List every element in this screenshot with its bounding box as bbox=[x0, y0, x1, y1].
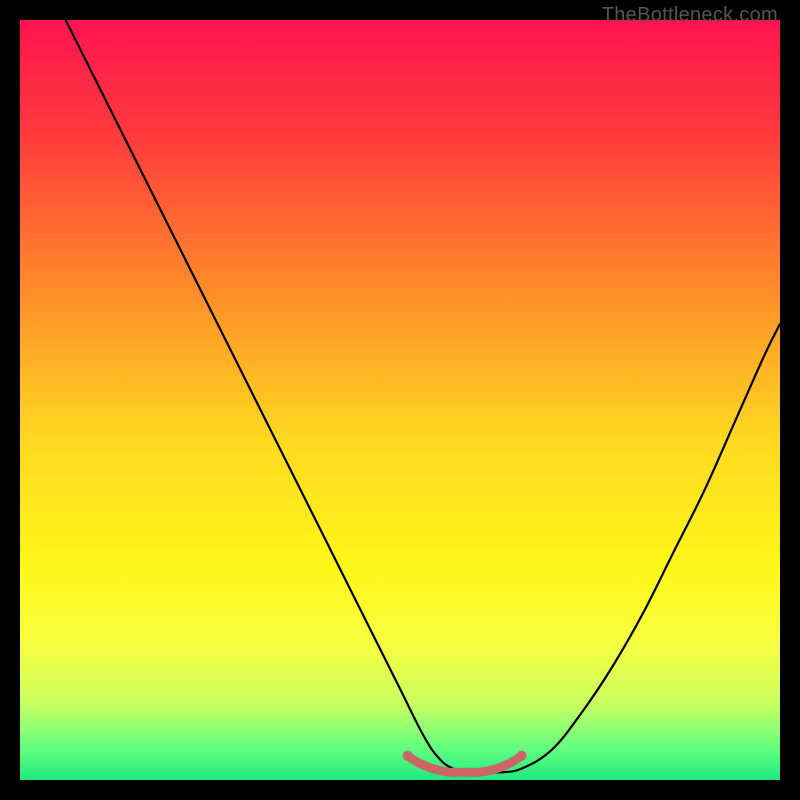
optimal-range-endpoint bbox=[403, 751, 413, 761]
chart-curves bbox=[20, 20, 780, 780]
optimal-range-marker bbox=[408, 756, 522, 773]
bottleneck-curve bbox=[66, 20, 780, 773]
optimal-range-endpoint bbox=[517, 751, 527, 761]
watermark-text: TheBottleneck.com bbox=[602, 4, 778, 27]
plot-area bbox=[20, 20, 780, 780]
